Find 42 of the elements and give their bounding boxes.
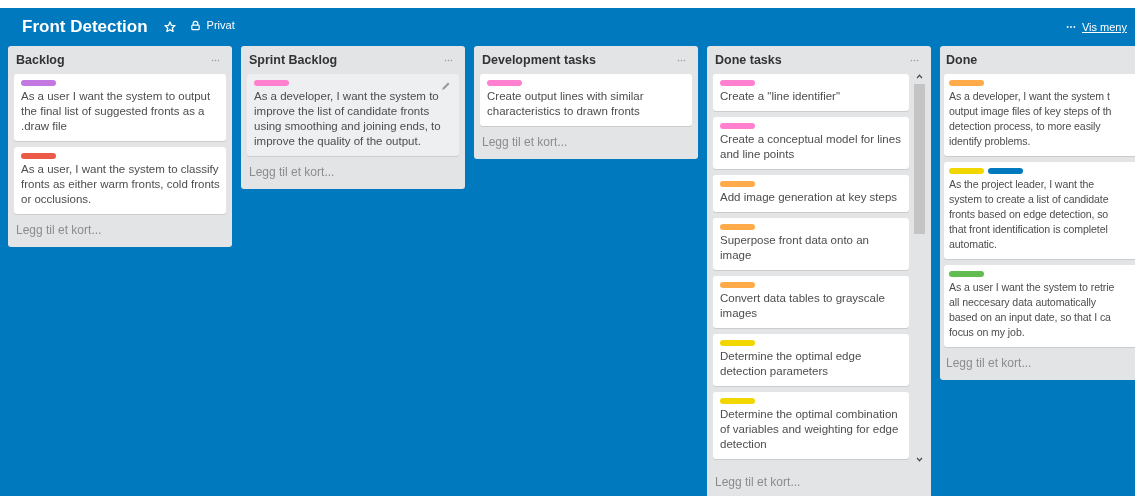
card-text: Add image generation at key steps	[720, 190, 899, 205]
task-card[interactable]: Add image generation at key steps	[713, 175, 909, 212]
list-title[interactable]: Done tasks	[715, 53, 782, 67]
task-card[interactable]: As a developer, I want the system t output image files of key steps of th detection process, to more easily identify problems.	[944, 74, 1135, 156]
card-text: Determine the optimal edge detection parameters	[720, 349, 863, 379]
card-text: Create a conceptual model for lines and line points	[720, 132, 902, 162]
card-text: As a developer, I want the system t output image files of key steps of th detection process, to more easily identify problems.	[949, 89, 1113, 149]
task-card[interactable]: As the project leader, I want the system to create a list of candidate fronts based on edge detection, so that front identification is completel automatic.	[944, 162, 1135, 259]
card-text: As the project leader, I want the system to create a list of candidate fronts based on edge detection, so that front identification is completel automatic.	[949, 177, 1110, 252]
lock-icon	[189, 19, 201, 31]
task-card[interactable]: Determine the optimal combination of variables and weighting for edge detection	[713, 392, 909, 459]
list-title[interactable]: Development tasks	[482, 53, 596, 67]
list-title[interactable]: Sprint Backlog	[249, 53, 338, 67]
edit-icon[interactable]	[441, 81, 451, 91]
task-card[interactable]: Create a "line identifier"	[713, 74, 909, 111]
task-card[interactable]: As a user I want the system to output the final list of suggested fronts as a .draw file	[14, 74, 226, 141]
more-icon	[1065, 25, 1076, 29]
task-card[interactable]: As a user I want the system to retrie all neccesary data automatically based on an input date, so that I ca focus on my job.	[944, 265, 1135, 347]
card-text: Create output lines with similar characteristics to drawn fronts	[487, 89, 645, 119]
scroll-up-icon[interactable]	[915, 74, 923, 79]
card-text: Superpose front data onto an image	[720, 233, 870, 263]
card-text: As a developer, I want the system to improve the list of candidate fronts using smoothing and joining ends, to improve the quality of the output.	[254, 89, 442, 149]
card-text: As a user I want the system to output the final list of suggested fronts as a .draw file	[21, 89, 212, 134]
task-card[interactable]: Determine the optimal edge detection parameters	[713, 334, 909, 386]
scroll-down-icon[interactable]	[915, 457, 923, 462]
task-card[interactable]: Convert data tables to grayscale images	[713, 276, 909, 328]
card-text: Determine the optimal combination of variables and weighting for edge detection	[720, 407, 900, 452]
task-card[interactable]: Create output lines with similar characteristics to drawn fronts	[480, 74, 692, 126]
task-card[interactable]: As a user, I want the system to classify fronts as either warm fronts, cold fronts or occlusions.	[14, 147, 226, 214]
visibility-button[interactable]: Privat	[189, 19, 235, 31]
list-title[interactable]: Done	[946, 53, 978, 67]
board-title[interactable]: Front Detection	[22, 17, 148, 37]
list-title[interactable]: Backlog	[16, 53, 65, 67]
card-text: Convert data tables to grayscale images	[720, 291, 886, 321]
card-text: As a user, I want the system to classify fronts as either warm fronts, cold fronts or occlusions.	[21, 162, 220, 207]
show-menu-link[interactable]: Vis meny	[1081, 21, 1127, 33]
star-icon[interactable]	[163, 21, 176, 33]
card-text: Create a "line identifier"	[720, 89, 842, 104]
task-card[interactable]: Create a conceptual model for lines and line points	[713, 117, 909, 169]
task-card[interactable]: Superpose front data onto an image	[713, 218, 909, 270]
card-text: As a user I want the system to retrie all neccesary data automatically based on an input date, so that I ca focus on my job.	[949, 280, 1116, 340]
task-card[interactable]: As a developer, I want the system to improve the list of candidate fronts using smoothing and joining ends, to improve the quality of the output.	[247, 74, 459, 156]
